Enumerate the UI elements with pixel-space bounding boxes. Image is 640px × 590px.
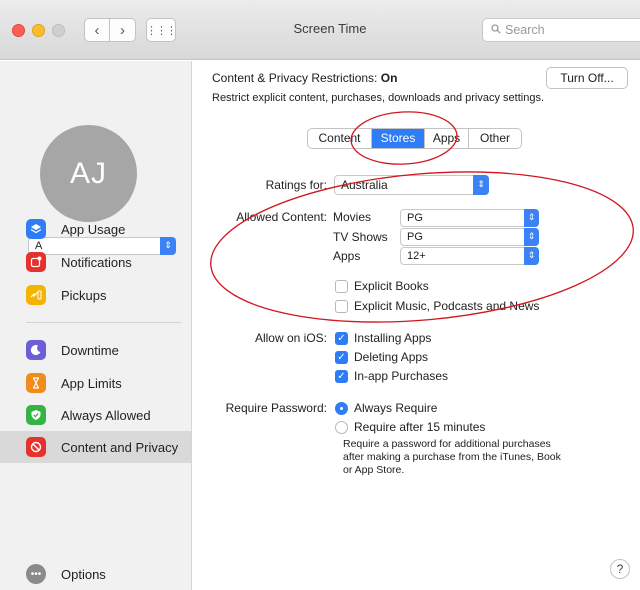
apps-rating-select[interactable]: 12+ ⇕ — [400, 247, 539, 265]
require-after-15-label: Require after 15 minutes — [354, 420, 486, 434]
radio-selected-icon — [335, 401, 348, 415]
allowed-content-label: Allowed Content: — [236, 210, 327, 224]
sidebar-item-label: App Limits — [61, 375, 122, 391]
ratings-for-value: Australia — [341, 178, 388, 192]
movies-rating-select[interactable]: PG ⇕ — [400, 209, 539, 227]
explicit-music-label: Explicit Music, Podcasts and News — [354, 299, 540, 313]
tab-bar: Content Stores Apps Other — [307, 128, 522, 149]
moon-icon — [26, 340, 46, 360]
apps-rating-value: 12+ — [407, 250, 426, 262]
tab-other[interactable]: Other — [469, 129, 521, 148]
tab-apps[interactable]: Apps — [425, 129, 469, 148]
installing-apps-checkbox[interactable]: ✓ Installing Apps — [335, 331, 431, 345]
sidebar: AJ A ⇕ App Usage Notifications Pickups D… — [0, 61, 192, 590]
sidebar-item-app-limits[interactable]: App Limits — [0, 367, 191, 399]
sidebar-item-options[interactable]: ••• Options — [0, 558, 191, 590]
avatar[interactable]: AJ — [40, 125, 137, 222]
always-require-radio[interactable]: Always Require — [335, 401, 437, 415]
updown-arrows-icon: ⇕ — [473, 175, 489, 195]
updown-arrows-icon: ⇕ — [524, 247, 539, 265]
layers-icon — [26, 219, 46, 239]
installing-apps-label: Installing Apps — [354, 331, 432, 345]
ratings-for-label: Ratings for: — [265, 178, 327, 192]
tv-shows-rating-select[interactable]: PG ⇕ — [400, 228, 539, 246]
tv-shows-rating-value: PG — [407, 231, 423, 243]
restrictions-title: Content & Privacy Restrictions: On — [212, 71, 397, 85]
sidebar-item-notifications[interactable]: Notifications — [0, 246, 191, 278]
sidebar-item-label: App Usage — [61, 221, 126, 237]
sidebar-item-label: Downtime — [61, 342, 119, 358]
explicit-books-label: Explicit Books — [354, 279, 429, 293]
require-password-label: Require Password: — [225, 401, 327, 415]
checkmark-icon: ✓ — [335, 350, 348, 364]
allow-on-ios-label: Allow on iOS: — [254, 331, 327, 345]
tab-stores[interactable]: Stores — [372, 129, 425, 148]
ellipsis-icon: ••• — [26, 564, 46, 584]
sidebar-item-content-and-privacy[interactable]: Content and Privacy — [0, 431, 191, 463]
ratings-for-select[interactable]: Australia ⇕ — [334, 175, 489, 195]
checkmark-icon: ✓ — [335, 331, 348, 345]
restrictions-subtitle: Restrict explicit content, purchases, do… — [212, 92, 544, 104]
search-input[interactable]: Search — [482, 18, 640, 42]
updown-arrows-icon: ⇕ — [524, 228, 539, 246]
title-bar: ‹ › ⋮⋮⋮ Screen Time Search — [0, 0, 640, 60]
sidebar-item-app-usage[interactable]: App Usage — [0, 213, 191, 245]
tab-content[interactable]: Content — [308, 129, 372, 148]
movies-label: Movies — [333, 210, 372, 224]
explicit-books-checkbox[interactable]: Explicit Books — [335, 279, 429, 293]
help-button[interactable]: ? — [610, 559, 630, 579]
main-pane: Content & Privacy Restrictions: On Restr… — [193, 61, 640, 590]
tv-shows-label: TV Shows — [333, 230, 388, 244]
updown-arrows-icon: ⇕ — [524, 209, 539, 227]
movies-rating-value: PG — [407, 212, 423, 224]
always-require-label: Always Require — [354, 401, 438, 415]
checkbox-box — [335, 299, 348, 313]
deleting-apps-checkbox[interactable]: ✓ Deleting Apps — [335, 350, 428, 364]
sidebar-divider — [26, 322, 181, 323]
in-app-purchases-label: In-app Purchases — [354, 369, 449, 383]
restrictions-status: On — [380, 71, 398, 85]
sidebar-item-label: Always Allowed — [61, 407, 151, 423]
checkbox-box — [335, 279, 348, 293]
deleting-apps-label: Deleting Apps — [354, 350, 429, 364]
sidebar-item-label: Options — [61, 566, 106, 582]
sidebar-item-pickups[interactable]: Pickups — [0, 279, 191, 311]
restrictions-title-prefix: Content & Privacy Restrictions: — [212, 71, 378, 85]
in-app-purchases-checkbox[interactable]: ✓ In-app Purchases — [335, 369, 448, 383]
sidebar-item-label: Pickups — [61, 287, 107, 303]
explicit-music-checkbox[interactable]: Explicit Music, Podcasts and News — [335, 299, 539, 313]
radio-unselected-icon — [335, 420, 348, 434]
sidebar-item-downtime[interactable]: Downtime — [0, 334, 191, 366]
sidebar-item-label: Content and Privacy — [61, 439, 179, 455]
pickup-icon — [26, 285, 46, 305]
hourglass-icon — [26, 373, 46, 393]
password-note: Require a password for additional purcha… — [343, 438, 561, 476]
search-icon — [491, 19, 501, 41]
checkmark-icon: ✓ — [335, 369, 348, 383]
apps-label: Apps — [333, 249, 361, 263]
turn-off-button[interactable]: Turn Off... — [546, 67, 628, 89]
sidebar-item-label: Notifications — [61, 254, 132, 270]
no-entry-icon — [26, 437, 46, 457]
notification-badge-icon — [26, 252, 46, 272]
require-after-15-minutes-radio[interactable]: Require after 15 minutes — [335, 420, 485, 434]
search-placeholder: Search — [505, 23, 545, 37]
checkmark-shield-icon — [26, 405, 46, 425]
sidebar-item-always-allowed[interactable]: Always Allowed — [0, 399, 191, 431]
